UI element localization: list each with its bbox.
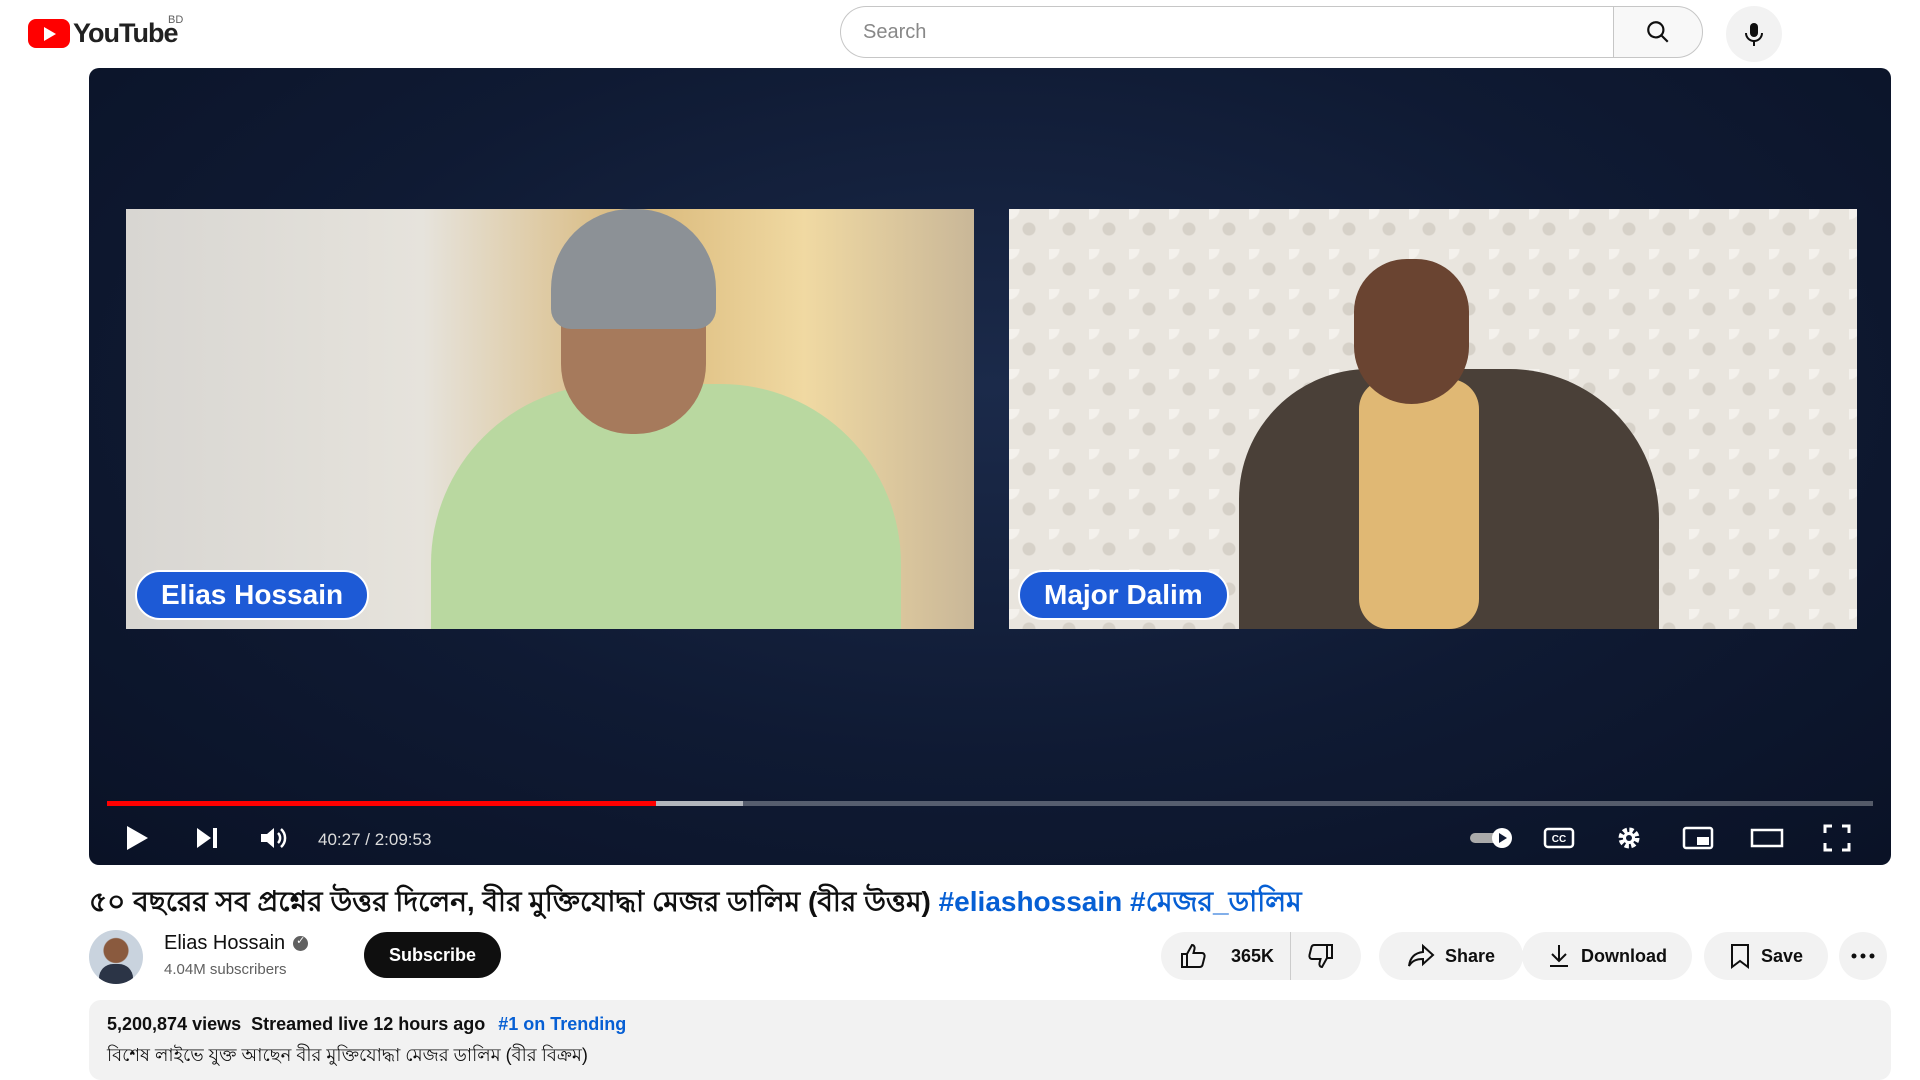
left-camera-feed: Elias Hossain	[126, 209, 974, 629]
search-button[interactable]	[1613, 6, 1703, 58]
share-label: Share	[1444, 945, 1496, 966]
microphone-icon	[1745, 23, 1763, 46]
logo-text: YouTube	[73, 18, 178, 48]
fullscreen-icon	[1823, 824, 1851, 852]
play-icon	[127, 826, 148, 850]
save-label: Save	[1760, 945, 1804, 966]
like-dislike-group: 365K	[1161, 932, 1361, 980]
voice-search-button[interactable]	[1726, 6, 1782, 62]
channel-avatar[interactable]	[89, 930, 143, 984]
theater-mode-icon	[1750, 828, 1784, 848]
theater-mode-button[interactable]	[1749, 820, 1785, 856]
buffer-bar	[656, 801, 743, 806]
description-box[interactable]: 5,200,874 views Streamed live 12 hours a…	[89, 1000, 1891, 1080]
trending-link[interactable]: #1 on Trending	[498, 1014, 626, 1034]
share-button[interactable]: Share	[1379, 932, 1523, 980]
channel-row: Elias Hossain 4.04M subscribers Subscrib…	[89, 930, 1891, 986]
more-actions-button[interactable]	[1839, 932, 1887, 980]
next-icon	[197, 828, 217, 848]
name-tag-right: Major Dalim	[1018, 570, 1229, 620]
stream-time: Streamed live 12 hours ago	[251, 1014, 486, 1034]
svg-text:CC: CC	[1552, 834, 1566, 845]
video-title: ৫০ বছরের সব প্রশ্নের উত্তর দিলেন, বীর মু…	[89, 880, 1879, 927]
description-meta: 5,200,874 views Streamed live 12 hours a…	[107, 1014, 1873, 1035]
description-text: বিশেষ লাইভে যুক্ত আছেন বীর মুক্তিযোদ্ধা …	[107, 1045, 588, 1065]
captions-icon: CC	[1543, 827, 1575, 849]
download-label: Download	[1581, 945, 1667, 966]
channel-name[interactable]: Elias Hossain	[164, 932, 309, 955]
view-count: 5,200,874 views	[107, 1014, 242, 1034]
beanie-hat	[551, 209, 716, 329]
subscriber-count: 4.04M subscribers	[164, 961, 287, 978]
video-player[interactable]: Elias Hossain Major Dalim 40:27 / 2:09:5…	[89, 68, 1891, 865]
autoplay-toggle-icon	[1470, 828, 1512, 848]
play-button[interactable]	[119, 820, 155, 856]
player-controls: 40:27 / 2:09:53 CC	[89, 818, 1891, 862]
settings-button[interactable]	[1611, 820, 1647, 856]
person-head	[1354, 259, 1469, 404]
like-count: 365K	[1231, 945, 1275, 966]
video-hashtags[interactable]: #eliashossain #মেজর_ডালিম	[939, 886, 1302, 917]
next-button[interactable]	[189, 820, 225, 856]
like-button[interactable]: 365K	[1161, 932, 1291, 980]
download-button[interactable]: Download	[1522, 932, 1692, 980]
name-tag-left: Elias Hossain	[135, 570, 370, 620]
save-button[interactable]: Save	[1704, 932, 1828, 980]
miniplayer-icon	[1682, 826, 1714, 850]
right-camera-feed: Major Dalim	[1009, 209, 1857, 629]
thumbs-down-icon	[1308, 944, 1333, 969]
captions-button[interactable]: CC	[1541, 820, 1577, 856]
search-box	[840, 6, 1615, 58]
volume-button[interactable]	[256, 820, 292, 856]
scarf	[1359, 379, 1479, 629]
share-icon	[1407, 943, 1435, 967]
dislike-button[interactable]	[1291, 932, 1361, 980]
autoplay-toggle[interactable]	[1467, 820, 1517, 856]
bookmark-icon	[1730, 944, 1749, 969]
progress-bar[interactable]	[107, 801, 1873, 806]
gear-icon	[1618, 827, 1640, 849]
verified-badge-icon	[293, 934, 309, 952]
region-code: BD	[168, 14, 184, 26]
youtube-play-icon	[28, 19, 70, 48]
time-display: 40:27 / 2:09:53	[318, 830, 432, 849]
download-icon	[1550, 945, 1568, 967]
top-bar: YouTube BD	[0, 0, 1920, 66]
search-icon	[1647, 21, 1669, 43]
search-input[interactable]	[863, 20, 1615, 44]
channel-name-text[interactable]: Elias Hossain	[164, 932, 285, 954]
volume-icon	[261, 828, 287, 848]
thumbs-up-icon	[1181, 943, 1206, 968]
youtube-logo[interactable]: YouTube BD	[28, 14, 183, 49]
progress-fill	[107, 801, 657, 806]
subscribe-button[interactable]: Subscribe	[364, 932, 501, 978]
fullscreen-button[interactable]	[1819, 820, 1855, 856]
video-title-text: ৫০ বছরের সব প্রশ্নের উত্তর দিলেন, বীর মু…	[89, 886, 939, 917]
miniplayer-button[interactable]	[1680, 820, 1716, 856]
more-horizontal-icon	[1851, 953, 1875, 959]
